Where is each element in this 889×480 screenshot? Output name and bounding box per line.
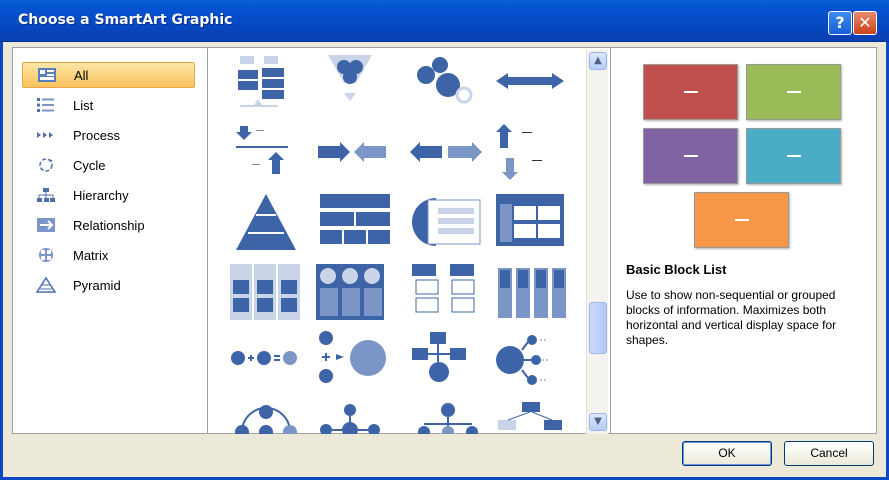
list-icon [36,97,56,113]
category-label: Process [73,127,120,143]
layout-thumbnail[interactable] [408,192,488,256]
layout-thumbnail[interactable] [492,192,572,256]
process-icon [36,127,56,143]
gallery-scrollbar[interactable]: ▲ ▼ [586,50,608,434]
layout-thumbnail[interactable] [492,262,572,326]
layout-thumbnail[interactable] [408,398,488,434]
hierarchy-icon [36,187,56,203]
layout-thumbnail[interactable] [310,122,390,186]
preview-block-5 [694,192,789,248]
preview-description: Use to show non-sequential or grouped bl… [626,288,837,347]
cycle-icon [36,157,56,173]
layout-thumbnail[interactable] [310,53,390,117]
ok-button[interactable]: OK [682,441,772,466]
layout-thumbnail[interactable] [492,53,572,117]
relationship-icon [36,217,56,233]
category-item-cycle[interactable]: Cycle [22,152,195,178]
category-item-relationship[interactable]: Relationship [22,212,195,238]
category-label: Cycle [73,157,106,173]
preview-block-3 [643,128,738,184]
layout-thumbnail[interactable] [226,192,306,256]
layout-thumbnail[interactable] [226,122,306,186]
matrix-icon [36,247,56,263]
layout-thumbnail[interactable] [492,122,572,186]
all-icon [37,67,57,83]
window-title: Choose a SmartArt Graphic [18,12,233,28]
category-label: Relationship [73,217,145,233]
preview-block-1 [643,64,738,120]
category-item-list[interactable]: List [22,92,195,118]
category-label: Matrix [73,247,109,263]
layout-thumbnail[interactable] [310,192,390,256]
category-item-hierarchy[interactable]: Hierarchy [22,182,195,208]
close-button[interactable]: ✕ [853,11,877,35]
layout-thumbnail[interactable] [226,53,306,117]
layout-thumbnail[interactable] [310,398,390,434]
scroll-thumb[interactable] [589,302,607,354]
category-label: Hierarchy [73,187,129,203]
preview-title: Basic Block List [626,262,727,277]
layout-thumbnail[interactable] [310,326,390,390]
scroll-down-button[interactable]: ▼ [589,413,607,431]
layout-thumbnail[interactable] [226,398,306,434]
layout-thumbnail[interactable] [408,122,488,186]
category-label: List [73,97,94,113]
layout-thumbnail[interactable] [226,262,306,326]
layout-thumbnail[interactable] [310,262,390,326]
layout-thumbnail[interactable] [408,326,488,390]
category-item-matrix[interactable]: Matrix [22,242,195,268]
preview-block-4 [746,128,841,184]
layout-thumbnail[interactable] [492,326,572,390]
category-item-all[interactable]: All [22,62,195,88]
pyramid-icon [36,277,56,293]
category-item-process[interactable]: Process [22,122,195,148]
preview-block-2 [746,64,841,120]
scroll-up-button[interactable]: ▲ [589,52,607,70]
cancel-button[interactable]: Cancel [784,441,874,466]
category-label: All [74,67,89,83]
layout-thumbnail[interactable] [492,398,572,434]
layout-thumbnail[interactable] [226,326,306,390]
category-item-pyramid[interactable]: Pyramid [22,272,195,298]
title-bar: Choose a SmartArt Graphic ? ✕ [0,0,889,42]
help-button[interactable]: ? [828,11,852,35]
layout-thumbnail[interactable] [408,53,488,117]
layout-thumbnail[interactable] [408,262,488,326]
category-label: Pyramid [73,277,121,293]
